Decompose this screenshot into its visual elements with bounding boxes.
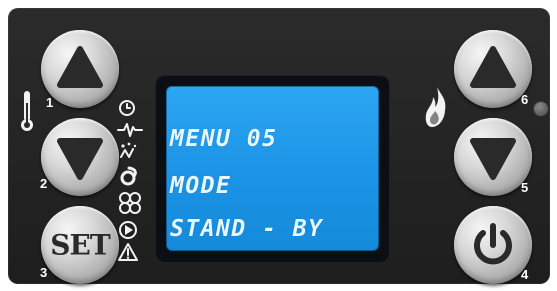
lcd-line-1: MENU 05 (170, 126, 278, 152)
button-number-2: 2 (40, 176, 48, 191)
flow-icon (119, 221, 137, 239)
heartbeat-icon (117, 123, 143, 137)
set-label: SET (50, 228, 110, 262)
fan-icon (120, 166, 137, 186)
button-number-3: 3 (40, 265, 48, 280)
lcd-line-3: STAND - BY (170, 216, 324, 242)
thermometer-icon (21, 91, 33, 131)
pump-icon (119, 192, 141, 214)
spark-icon (120, 142, 137, 158)
triangle-down-icon (470, 138, 516, 180)
warning-icon (118, 243, 138, 261)
triangle-down-icon (57, 138, 103, 180)
clock-icon (119, 100, 135, 116)
led-indicator (533, 101, 549, 117)
button-number-4: 4 (521, 267, 529, 282)
set-button-3[interactable]: SET (41, 206, 119, 284)
triangle-up-icon (57, 46, 103, 88)
down-button-2[interactable] (41, 118, 119, 196)
lcd-line-2: MODE (170, 173, 232, 199)
button-number-5: 5 (521, 180, 529, 195)
power-icon (474, 223, 512, 265)
button-number-1: 1 (46, 95, 54, 110)
triangle-up-icon (470, 46, 516, 88)
button-number-6: 6 (521, 92, 529, 107)
flame-icon (425, 87, 446, 127)
status-icons (117, 98, 147, 268)
